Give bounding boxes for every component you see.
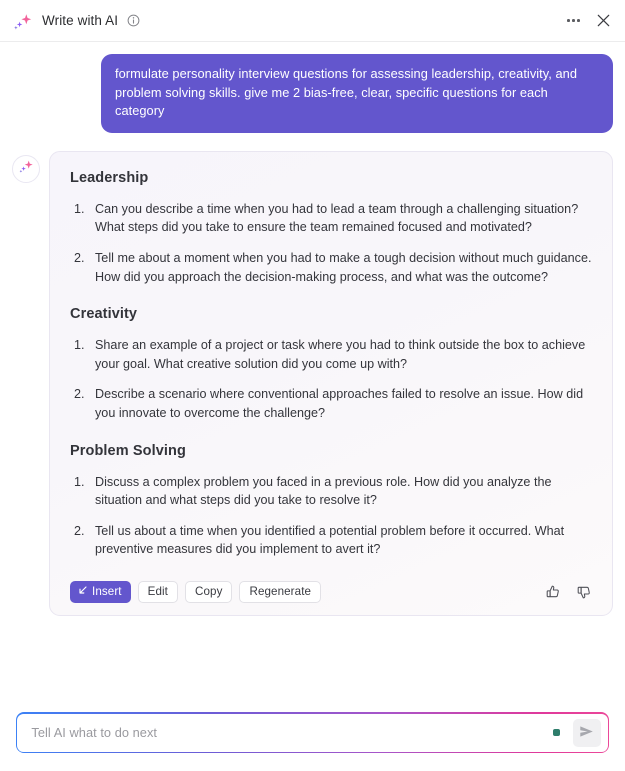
regenerate-button[interactable]: Regenerate xyxy=(239,580,322,603)
ai-answer-card: Leadership Can you describe a time when … xyxy=(49,150,613,616)
answer-action-bar: Insert Edit Copy Regenerate xyxy=(70,580,592,603)
page-title: Write with AI xyxy=(42,13,119,28)
question-list-problem-solving: Discuss a complex problem you faced in a… xyxy=(70,473,592,559)
section-heading-creativity: Creativity xyxy=(70,306,138,323)
arrow-down-left-icon xyxy=(77,585,88,599)
list-item: Tell me about a moment when you had to m… xyxy=(74,249,592,284)
ai-prompt-input[interactable] xyxy=(31,713,553,752)
ai-response-row: Leadership Can you describe a time when … xyxy=(12,150,613,616)
send-button[interactable] xyxy=(572,718,601,747)
question-list-creativity: Share an example of a project or task wh… xyxy=(70,336,592,422)
insert-button-label: Insert xyxy=(92,585,122,599)
sparkle-icon xyxy=(18,158,35,180)
section-heading-leadership: Leadership xyxy=(70,169,149,186)
info-circle-icon[interactable] xyxy=(127,14,140,27)
question-list-leadership: Can you describe a time when you had to … xyxy=(70,200,592,286)
insert-button[interactable]: Insert xyxy=(70,580,131,603)
feedback-buttons xyxy=(544,583,592,600)
header-left-group: Write with AI xyxy=(12,10,566,32)
conversation-area: formulate personality interview question… xyxy=(0,42,625,698)
list-item: Discuss a complex problem you faced in a… xyxy=(74,473,552,508)
thumbs-up-icon[interactable] xyxy=(544,583,561,600)
status-indicator-dot xyxy=(552,729,560,737)
answer-action-buttons: Insert Edit Copy Regenerate xyxy=(70,580,544,603)
thumbs-down-icon[interactable] xyxy=(575,583,592,600)
composer-area xyxy=(0,698,625,771)
list-item: Tell us about a time when you identified… xyxy=(74,522,565,557)
more-horizontal-icon[interactable] xyxy=(566,15,581,26)
list-item: Describe a scenario where conventional a… xyxy=(74,385,584,420)
send-paper-plane-icon xyxy=(578,723,595,743)
header-right-group xyxy=(566,13,611,29)
list-item: Can you describe a time when you had to … xyxy=(74,200,579,235)
write-with-ai-panel: Write with AI formulate personality inte… xyxy=(0,0,625,771)
user-message-row: formulate personality interview question… xyxy=(12,54,613,133)
composer-inner xyxy=(17,713,608,752)
sparkle-icon xyxy=(12,10,34,32)
copy-button[interactable]: Copy xyxy=(185,580,233,603)
composer-gradient-border xyxy=(16,712,609,753)
list-item: Share an example of a project or task wh… xyxy=(74,336,586,371)
user-message-bubble: formulate personality interview question… xyxy=(101,54,613,133)
panel-header: Write with AI xyxy=(0,0,625,42)
close-icon[interactable] xyxy=(595,13,611,29)
edit-button[interactable]: Edit xyxy=(137,580,178,603)
avatar xyxy=(12,154,40,183)
section-heading-problem-solving: Problem Solving xyxy=(70,442,186,459)
